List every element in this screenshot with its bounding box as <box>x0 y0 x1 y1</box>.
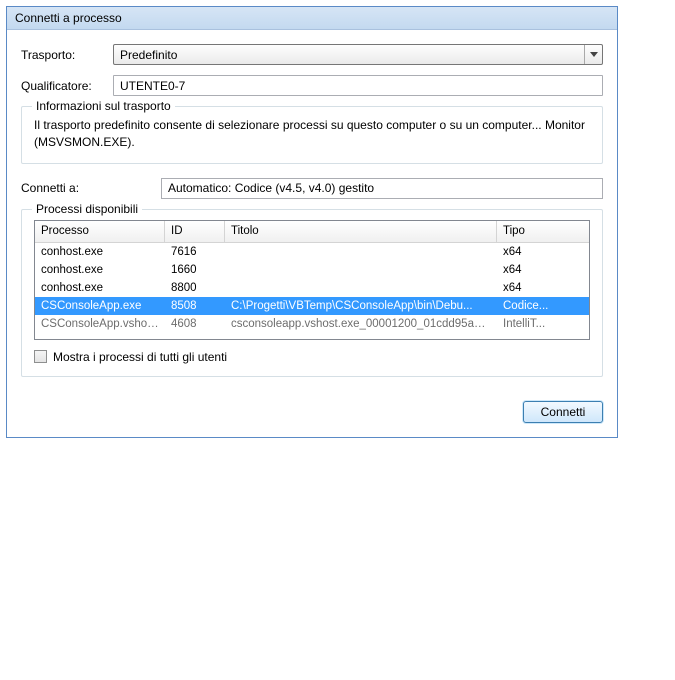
qualifier-label: Qualificatore: <box>21 79 113 93</box>
button-row: Connetti <box>21 391 603 423</box>
table-cell: conhost.exe <box>35 264 165 276</box>
transport-label: Trasporto: <box>21 48 113 62</box>
chevron-down-icon <box>584 45 602 64</box>
listview-header: Processo ID Titolo Tipo <box>35 221 589 243</box>
table-cell: conhost.exe <box>35 282 165 294</box>
process-listview[interactable]: Processo ID Titolo Tipo conhost.exe7616x… <box>34 220 590 340</box>
show-all-row: Mostra i processi di tutti gli utenti <box>34 350 590 364</box>
transport-value: Predefinito <box>120 48 177 62</box>
table-cell: 4608 <box>165 318 225 330</box>
show-all-label: Mostra i processi di tutti gli utenti <box>53 350 227 364</box>
dialog-window: Connetti a processo Trasporto: Predefini… <box>6 6 618 438</box>
show-all-checkbox[interactable] <box>34 350 47 363</box>
table-cell: Codice... <box>497 300 577 312</box>
connect-button-label: Connetti <box>541 405 586 419</box>
qualifier-row: Qualificatore: <box>21 75 603 96</box>
attach-to-field[interactable]: Automatico: Codice (v4.5, v4.0) gestito <box>161 178 603 199</box>
table-cell: x64 <box>497 246 577 258</box>
table-cell: 8508 <box>165 300 225 312</box>
table-cell: IntelliT... <box>497 318 577 330</box>
col-header-process[interactable]: Processo <box>35 221 165 242</box>
table-cell: C:\Progetti\VBTemp\CSConsoleApp\bin\Debu… <box>225 300 497 312</box>
table-cell: 1660 <box>165 264 225 276</box>
table-row[interactable]: conhost.exe8800 x64 <box>35 279 589 297</box>
table-cell: 7616 <box>165 246 225 258</box>
processes-group-title: Processi disponibili <box>32 202 142 216</box>
table-cell: CSConsoleApp.exe <box>35 300 165 312</box>
window-title: Connetti a processo <box>15 11 122 25</box>
transport-row: Trasporto: Predefinito <box>21 44 603 65</box>
transport-combo[interactable]: Predefinito <box>113 44 603 65</box>
connect-button[interactable]: Connetti <box>523 401 603 423</box>
titlebar: Connetti a processo <box>7 7 617 30</box>
table-cell: csconsoleapp.vshost.exe_00001200_01cdd95… <box>225 318 497 330</box>
attach-to-row: Connetti a: Automatico: Codice (v4.5, v4… <box>21 178 603 199</box>
table-cell: 8800 <box>165 282 225 294</box>
table-cell: CSConsoleApp.vshos... <box>35 318 165 330</box>
attach-to-label: Connetti a: <box>21 181 161 195</box>
transport-info-text: Il trasporto predefinito consente di sel… <box>34 117 590 151</box>
table-row[interactable]: CSConsoleApp.vshos...4608csconsoleapp.vs… <box>35 315 589 333</box>
processes-group: Processi disponibili Processo ID Titolo … <box>21 209 603 377</box>
transport-info-group: Informazioni sul trasporto Il trasporto … <box>21 106 603 164</box>
attach-to-value: Automatico: Codice (v4.5, v4.0) gestito <box>168 181 374 195</box>
table-row[interactable]: conhost.exe7616 x64 <box>35 243 589 261</box>
listview-body: conhost.exe7616x64conhost.exe1660x64conh… <box>35 243 589 333</box>
table-row[interactable]: conhost.exe1660 x64 <box>35 261 589 279</box>
table-cell: x64 <box>497 264 577 276</box>
transport-info-title: Informazioni sul trasporto <box>32 99 175 113</box>
col-header-id[interactable]: ID <box>165 221 225 242</box>
qualifier-input[interactable] <box>113 75 603 96</box>
table-row[interactable]: CSConsoleApp.exe8508C:\Progetti\VBTemp\C… <box>35 297 589 315</box>
table-cell: conhost.exe <box>35 246 165 258</box>
col-header-title[interactable]: Titolo <box>225 221 497 242</box>
col-header-type[interactable]: Tipo <box>497 221 577 242</box>
dialog-content: Trasporto: Predefinito Qualificatore: In… <box>7 30 617 437</box>
table-cell: x64 <box>497 282 577 294</box>
